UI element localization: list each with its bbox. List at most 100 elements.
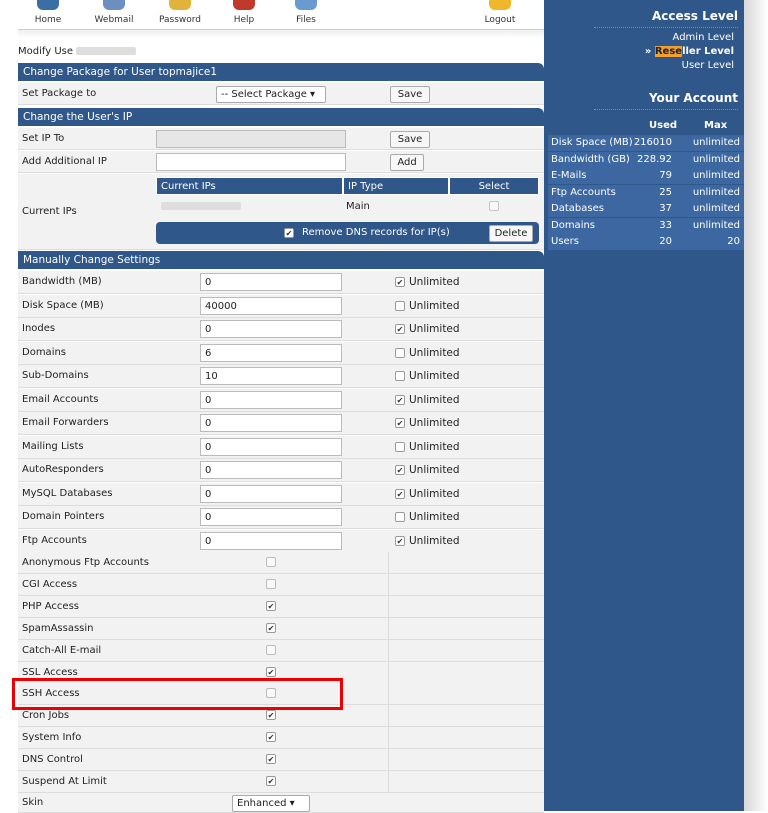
package-section-header: Change Package for User topmajice1 xyxy=(18,63,544,81)
setting-input[interactable]: 0 xyxy=(200,273,342,291)
setting-input[interactable]: 0 xyxy=(200,414,342,432)
nav-webmail[interactable]: Webmail xyxy=(84,0,144,25)
toggle-checkbox[interactable] xyxy=(266,776,276,786)
toggle-row: SpamAssassin xyxy=(18,617,544,640)
nav-label: Password xyxy=(158,15,202,25)
set-ip-select[interactable] xyxy=(156,130,346,148)
setting-input[interactable]: 6 xyxy=(200,343,342,362)
set-package-label: Set Package to xyxy=(22,88,97,99)
setting-label: Inodes xyxy=(22,323,56,334)
unlimited-checkbox[interactable] xyxy=(395,324,405,334)
nav-password[interactable]: Password xyxy=(150,0,210,25)
account-stat-row: Domains 33 unlimited xyxy=(548,217,744,234)
account-stat-row: E-Mails 79 unlimited xyxy=(548,168,744,184)
column-divider xyxy=(388,771,389,792)
unlimited-checkbox[interactable] xyxy=(395,300,405,311)
unlimited-checkbox[interactable] xyxy=(395,441,405,452)
reseller-level-link[interactable]: » Reseller Level xyxy=(645,46,734,57)
unlimited-checkbox[interactable] xyxy=(395,394,405,405)
unlimited-label: Unlimited xyxy=(409,511,460,523)
unlimited-checkbox[interactable] xyxy=(395,277,405,287)
used-column-header: Used xyxy=(649,120,678,131)
toggle-row: PHP Access xyxy=(18,595,544,618)
unlimited-checkbox[interactable] xyxy=(395,535,405,546)
toggle-checkbox[interactable] xyxy=(266,666,276,677)
nav-files[interactable]: Files xyxy=(276,0,336,25)
setting-input[interactable]: 0 xyxy=(200,484,342,503)
setting-label: Sub-Domains xyxy=(22,370,89,381)
unlimited-checkbox[interactable] xyxy=(395,371,405,381)
home-icon xyxy=(37,0,59,10)
ip-select-checkbox[interactable] xyxy=(489,201,499,211)
setting-row: Ftp Accounts 0 Unlimited xyxy=(18,529,544,553)
column-divider xyxy=(388,661,389,683)
unlimited-label: Unlimited xyxy=(409,323,460,335)
setting-input[interactable]: 0 xyxy=(200,437,342,456)
stat-name: Bandwidth (GB) xyxy=(551,153,630,165)
setting-row: Domain Pointers 0 Unlimited xyxy=(18,506,544,529)
toggle-checkbox[interactable] xyxy=(266,710,276,721)
nav-label: Files xyxy=(296,15,316,25)
setting-input[interactable]: 10 xyxy=(200,367,342,385)
package-select[interactable]: -- Select Package ▾ xyxy=(216,86,326,103)
setting-row: Disk Space (MB) 40000 Unlimited xyxy=(18,294,544,318)
nav-logout[interactable]: Logout xyxy=(470,0,530,25)
add-ip-input[interactable] xyxy=(156,153,346,171)
toggle-row: DNS Control xyxy=(18,749,544,772)
setting-input[interactable]: 0 xyxy=(200,390,342,409)
manual-section-header: Manually Change Settings xyxy=(18,251,544,269)
unlimited-checkbox[interactable] xyxy=(395,465,405,475)
toggle-checkbox[interactable] xyxy=(266,622,276,633)
add-ip-button[interactable]: Add xyxy=(390,154,424,171)
unlimited-checkbox[interactable] xyxy=(395,512,405,522)
unlimited-checkbox[interactable] xyxy=(395,347,405,358)
nav-help[interactable]: Help xyxy=(214,0,274,25)
account-stat-row: Databases 37 unlimited xyxy=(548,201,744,217)
setting-input[interactable]: 0 xyxy=(200,531,342,550)
setting-label: Domains xyxy=(22,346,67,358)
account-stat-row: Users 20 20 xyxy=(548,234,744,250)
toggle-checkbox[interactable] xyxy=(266,557,276,567)
modify-label: Modify Use xyxy=(18,46,73,57)
setting-input[interactable]: 0 xyxy=(200,320,342,338)
column-divider xyxy=(388,749,389,771)
toggle-row: Suspend At Limit xyxy=(18,771,544,793)
stat-used: 25 xyxy=(659,186,672,198)
delete-ip-button[interactable]: Delete xyxy=(489,225,533,242)
toggle-checkbox[interactable] xyxy=(266,732,276,743)
sidebar: Access Level Admin Level » Reseller Leve… xyxy=(544,0,744,811)
toggle-checkbox[interactable] xyxy=(266,578,276,589)
unlimited-label: Unlimited xyxy=(409,440,460,453)
setting-label: AutoResponders xyxy=(22,464,104,475)
unlimited-label: Unlimited xyxy=(409,464,460,476)
setting-input[interactable]: 0 xyxy=(200,508,342,526)
unlimited-label: Unlimited xyxy=(409,299,460,312)
toggle-checkbox[interactable] xyxy=(266,644,276,655)
toggle-label: DNS Control xyxy=(22,754,83,766)
unlimited-checkbox[interactable] xyxy=(395,418,405,428)
stat-used: 37 xyxy=(659,203,672,214)
toggle-checkbox[interactable] xyxy=(266,754,276,765)
stat-name: Databases xyxy=(551,203,604,214)
setting-row: Sub-Domains 10 Unlimited xyxy=(18,365,544,388)
package-save-button[interactable]: Save xyxy=(390,86,430,103)
remove-dns-checkbox[interactable] xyxy=(284,228,294,238)
set-ip-save-button[interactable]: Save xyxy=(390,131,430,148)
ip-type-column: IP Type xyxy=(343,177,449,195)
skin-select[interactable]: Enhanced ▾ xyxy=(232,795,310,812)
unlimited-checkbox[interactable] xyxy=(395,488,405,499)
admin-level-link[interactable]: Admin Level xyxy=(673,32,734,43)
your-account-title: Your Account xyxy=(648,91,738,105)
nav-home[interactable]: Home xyxy=(18,0,78,25)
setting-row: Mailing Lists 0 Unlimited xyxy=(18,435,544,459)
column-divider xyxy=(388,705,389,727)
user-level-link[interactable]: User Level xyxy=(682,60,734,71)
stat-name: Users xyxy=(551,236,580,247)
setting-input[interactable]: 40000 xyxy=(200,296,342,315)
modify-user-title: Modify Use xyxy=(18,46,137,57)
setting-row: Inodes 0 Unlimited xyxy=(18,318,544,341)
setting-input[interactable]: 0 xyxy=(200,461,342,479)
toggle-checkbox[interactable] xyxy=(266,600,276,611)
toggle-label: Suspend At Limit xyxy=(22,776,107,787)
current-ips-row: Current IPs Current IPs IP Type Select M… xyxy=(18,174,544,250)
